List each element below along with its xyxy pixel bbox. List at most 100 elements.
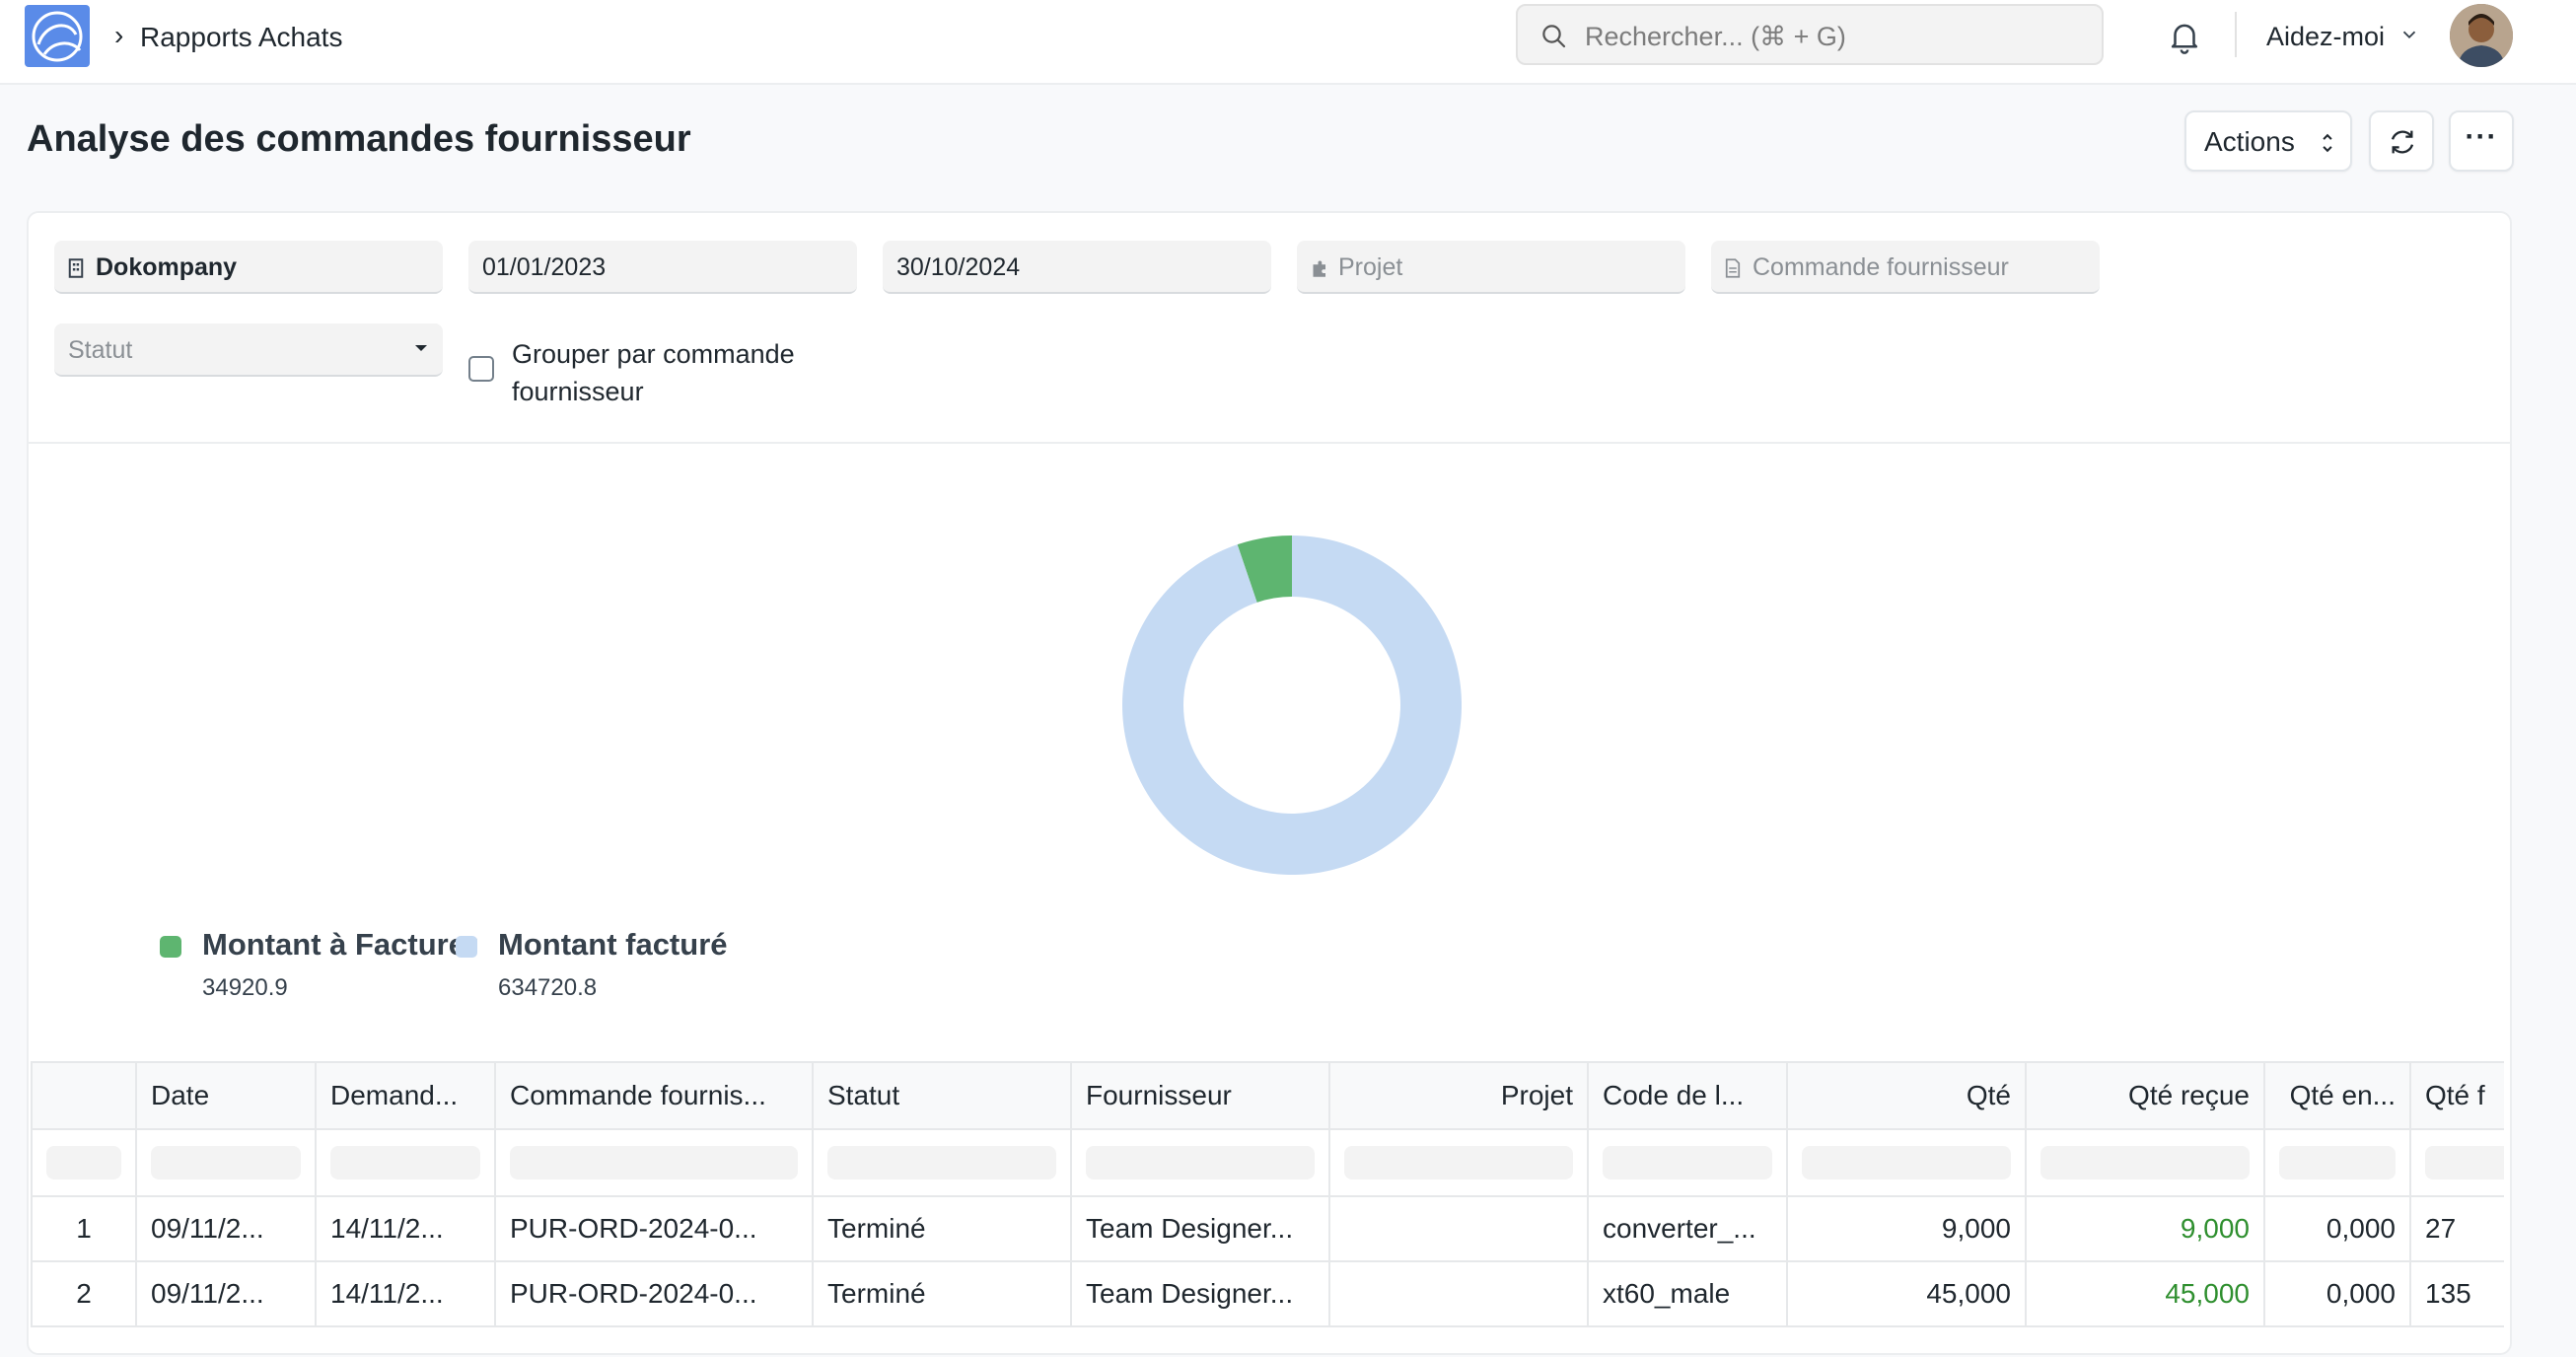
project-filter[interactable]: Projet [1297,241,1685,294]
table-cell[interactable]: 14/11/2... [315,1195,496,1262]
table-cell[interactable]: 45,000 [2025,1260,2265,1327]
column-header[interactable]: Fournisseur [1070,1061,1330,1130]
table-cell[interactable] [1328,1260,1589,1327]
column-header[interactable]: Demand... [315,1061,496,1130]
table-row[interactable]: 1 09/11/2... 14/11/2... PUR-ORD-2024-0... Te… [31,1195,2504,1262]
company-filter[interactable]: Dokompany [54,241,443,294]
breadcrumb-rapports-achats[interactable]: Rapports Achats [140,22,342,53]
column-header[interactable]: Code de l... [1587,1061,1788,1130]
table-cell[interactable]: 09/11/2... [135,1260,317,1327]
column-filter-input[interactable] [46,1146,121,1179]
column-filter-cell [2263,1128,2411,1197]
search-input[interactable] [1583,18,2080,55]
project-filter-placeholder: Projet [1338,253,1403,281]
notification-bell-icon[interactable] [2166,18,2203,55]
column-filter-cell [812,1128,1072,1197]
column-filter-input[interactable] [1344,1146,1573,1179]
column-header[interactable]: Qté reçue [2025,1061,2265,1130]
column-filter-cell [1786,1128,2027,1197]
report-card: Dokompany 01/01/2023 30/10/2024 Projet C… [27,211,2512,1355]
more-options-icon: ··· [2465,120,2498,153]
page-title: Analyse des commandes fournisseur [27,118,691,160]
from-date-filter[interactable]: 01/01/2023 [468,241,857,294]
table-cell[interactable]: 09/11/2... [135,1195,317,1262]
company-filter-value: Dokompany [96,253,238,281]
table-header-row: Date Demand... Commande fournis... Statut Fo… [31,1061,2504,1130]
column-filter-cell [1070,1128,1330,1197]
column-header[interactable]: Statut [812,1061,1072,1130]
column-filter-input[interactable] [2040,1146,2250,1179]
table-cell[interactable]: 45,000 [1786,1260,2027,1327]
legend-swatch-montant-a-facturer [160,936,181,958]
legend-value-montant-facture: 634720.8 [498,974,598,1001]
table-cell[interactable]: PUR-ORD-2024-0... [494,1195,814,1262]
legend-swatch-montant-facture [456,936,477,958]
help-menu-button[interactable]: Aidez-moi [2266,22,2385,52]
table-cell[interactable]: 14/11/2... [315,1260,496,1327]
row-index[interactable]: 1 [31,1195,137,1262]
table-cell[interactable]: 9,000 [2025,1195,2265,1262]
from-date-value: 01/01/2023 [482,253,607,281]
refresh-icon [2391,130,2414,154]
column-filter-input[interactable] [330,1146,480,1179]
table-cell[interactable]: 0,000 [2263,1260,2411,1327]
search-bar[interactable] [1516,4,2104,65]
column-filter-input[interactable] [1086,1146,1315,1179]
table-cell[interactable]: 135 [2409,1260,2504,1327]
table-cell[interactable]: Terminé [812,1260,1072,1327]
actions-button[interactable]: Actions [2184,110,2352,172]
column-header[interactable]: Date [135,1061,317,1130]
status-filter-placeholder: Statut [68,336,133,364]
column-header[interactable]: Projet [1328,1061,1589,1130]
group-by-checkbox[interactable] [468,356,494,382]
table-cell[interactable]: 9,000 [1786,1195,2027,1262]
legend-label-montant-a-facturer: Montant à Facturer [202,927,478,962]
column-filter-input[interactable] [1603,1146,1772,1179]
report-table: Date Demand... Commande fournis... Statut Fo… [31,1061,2504,1357]
refresh-button[interactable] [2369,110,2434,172]
column-filter-cell [315,1128,496,1197]
table-cell[interactable]: PUR-ORD-2024-0... [494,1260,814,1327]
column-filter-cell [2025,1128,2265,1197]
column-header[interactable]: Qté [1786,1061,2027,1130]
table-cell[interactable]: 0,000 [2263,1195,2411,1262]
table-cell[interactable]: xt60_male [1587,1260,1788,1327]
group-by-label: Grouper par commande fournisseur [512,339,795,406]
building-icon [68,258,84,278]
column-header[interactable]: Qté f [2409,1061,2504,1130]
column-filter-cell [1587,1128,1788,1197]
column-filter-input[interactable] [827,1146,1056,1179]
table-cell[interactable]: Terminé [812,1195,1072,1262]
chevron-down-icon[interactable] [2398,24,2420,45]
column-filter-cell [135,1128,317,1197]
column-filter-input[interactable] [510,1146,798,1179]
table-cell[interactable]: Team Designer... [1070,1260,1330,1327]
purchase-order-filter[interactable]: Commande fournisseur [1711,241,2100,294]
user-avatar[interactable] [2450,4,2513,67]
table-cell[interactable]: Team Designer... [1070,1195,1330,1262]
actions-button-label: Actions [2204,126,2295,157]
column-filter-input[interactable] [1802,1146,2011,1179]
row-index[interactable]: 2 [31,1260,137,1327]
column-filter-input[interactable] [151,1146,301,1179]
donut-slice-montant-facture[interactable] [1122,536,1462,875]
column-header[interactable]: Qté en... [2263,1061,2411,1130]
column-filter-input[interactable] [2425,1146,2504,1179]
app-logo[interactable] [25,5,90,67]
table-cell[interactable] [1328,1195,1589,1262]
to-date-value: 30/10/2024 [896,253,1021,281]
column-filter-cell [2409,1128,2504,1197]
to-date-filter[interactable]: 30/10/2024 [883,241,1271,294]
table-row[interactable]: 2 09/11/2... 14/11/2... PUR-ORD-2024-0... Te… [31,1260,2504,1327]
table-cell[interactable]: converter_... [1587,1195,1788,1262]
column-header-index [31,1061,137,1130]
table-cell[interactable]: 27 [2409,1195,2504,1262]
column-filter-input[interactable] [2279,1146,2396,1179]
document-icon [1725,258,1741,278]
navbar-divider [2235,12,2237,57]
legend-value-montant-a-facturer: 34920.9 [202,974,288,1001]
status-filter[interactable]: Statut [54,323,443,377]
more-options-button[interactable]: ··· [2449,110,2514,172]
purchase-order-filter-placeholder: Commande fournisseur [1753,253,2009,281]
column-header[interactable]: Commande fournis... [494,1061,814,1130]
